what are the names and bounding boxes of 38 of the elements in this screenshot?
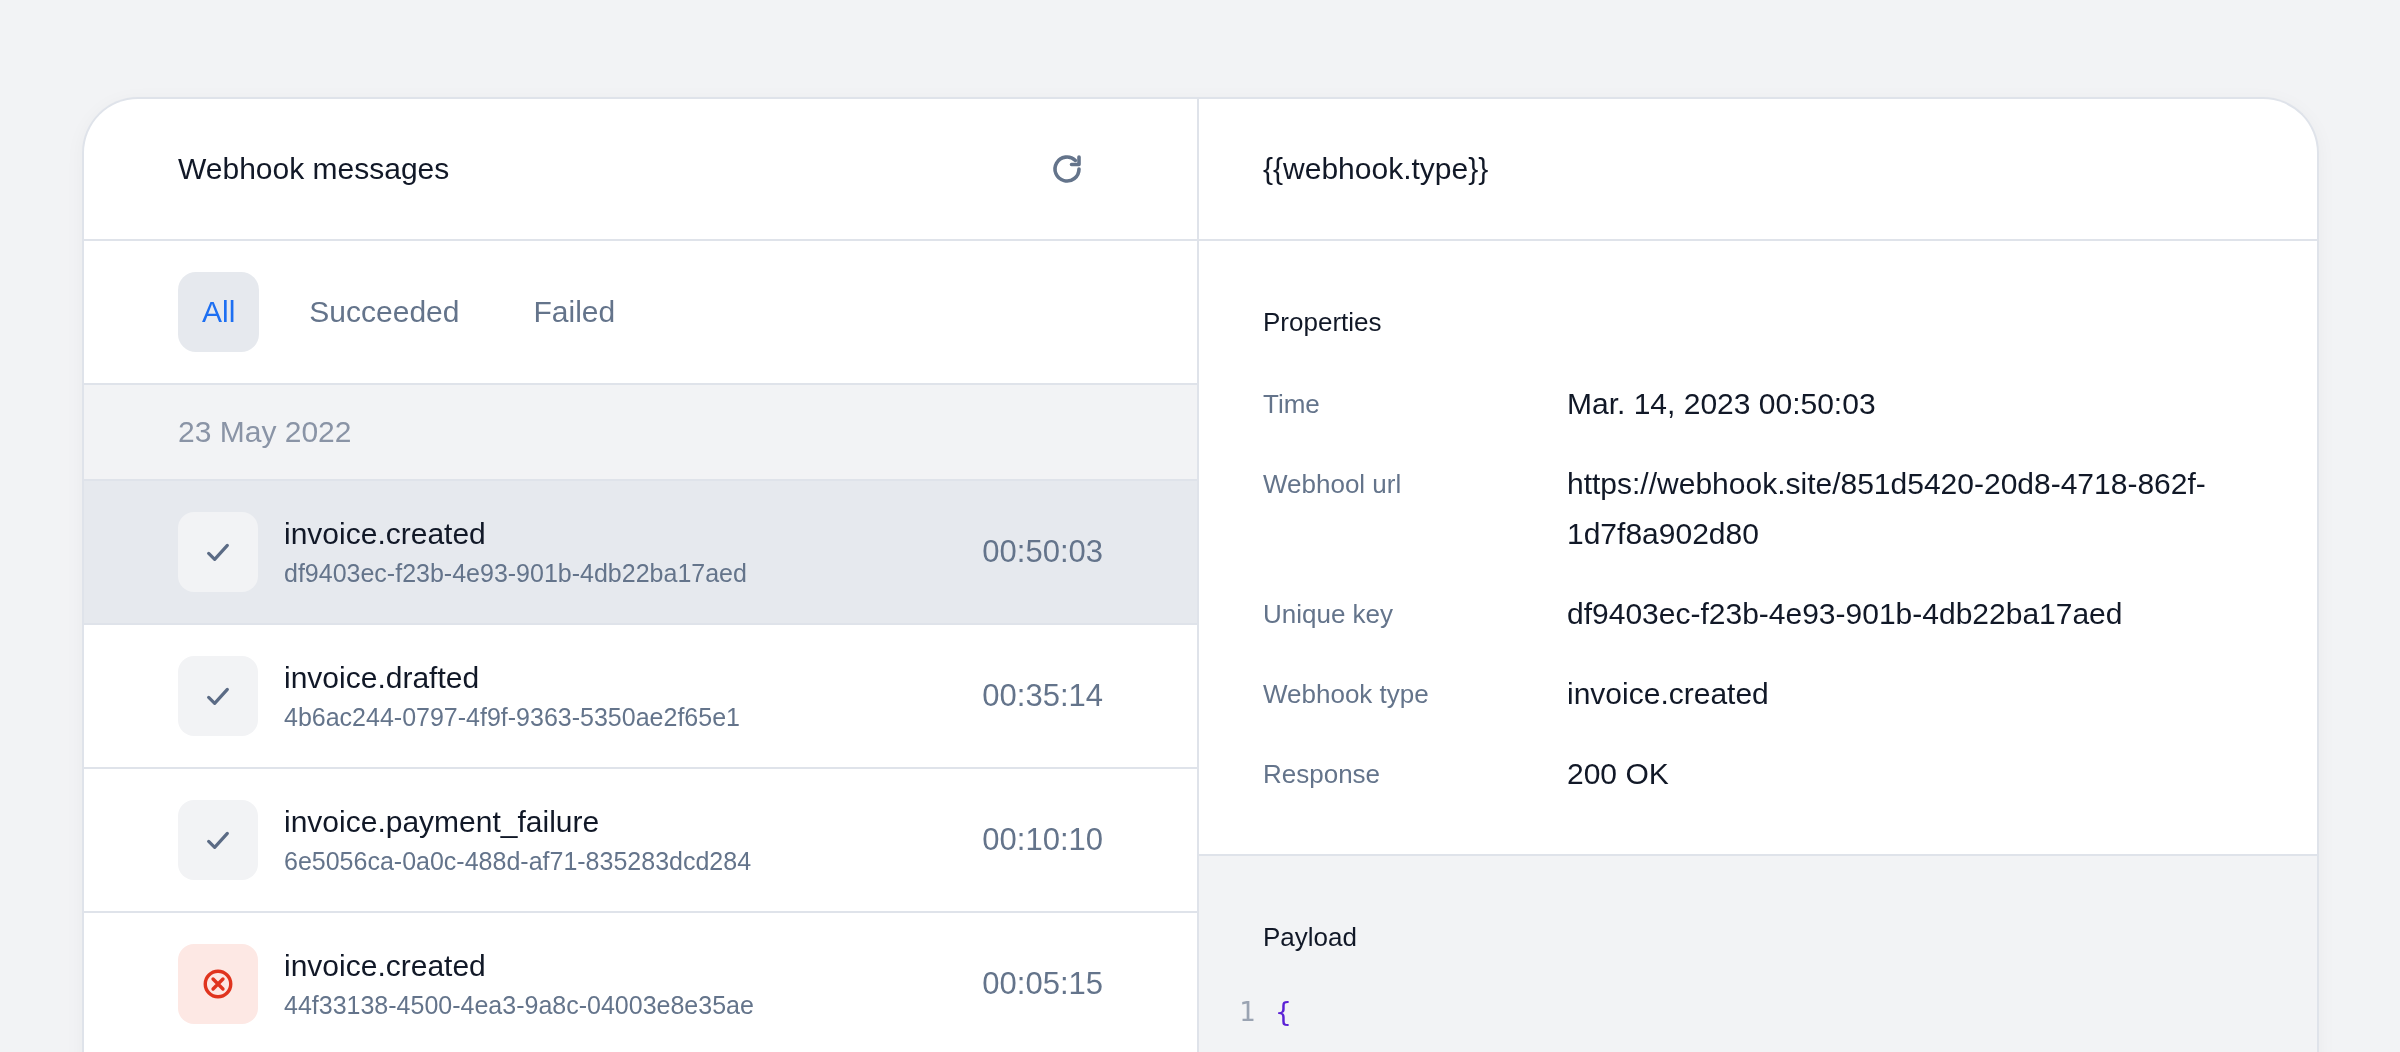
- event-name: invoice.created: [284, 948, 487, 983]
- message-id: 44f33138-4500-4ea3-9a8c-04003e8e35ae: [284, 990, 755, 1020]
- property-value: Mar. 14, 2023 00:50:03: [1567, 386, 1877, 422]
- message-time: 00:35:14: [982, 678, 1103, 714]
- property-label: Unique key: [1263, 598, 1395, 631]
- event-name: invoice.payment_failure: [284, 804, 601, 839]
- property-value: invoice.created: [1567, 676, 1770, 712]
- message-id: 4b6ac244-0797-4f9f-9363-5350ae2f65e1: [284, 702, 741, 732]
- checkmark-icon: [178, 656, 258, 736]
- line-number: 1: [1239, 995, 1256, 1029]
- property-label: Webhool url: [1263, 468, 1403, 501]
- property-label: Webhook type: [1263, 678, 1430, 711]
- message-time: 00:50:03: [982, 534, 1103, 570]
- date-group-header: 23 May 2022: [84, 385, 1197, 481]
- filter-tab[interactable]: All: [178, 272, 260, 352]
- message-id: df9403ec-f23b-4e93-901b-4db22ba17aed: [284, 558, 748, 588]
- event-name: invoice.drafted: [284, 660, 481, 695]
- property-label: Time: [1263, 388, 1321, 421]
- section-heading: Properties: [1263, 307, 1383, 338]
- event-name: invoice.created: [284, 516, 487, 551]
- property-value: 200 OK: [1567, 756, 1670, 792]
- message-id: 6e5056ca-0a0c-488d-af71-835283dcd284: [284, 846, 753, 876]
- property-value: https://webhook.site/851d5420-20d8-4718-862f-1d7f8a902d80: [1567, 466, 2207, 552]
- filter-tab[interactable]: Failed: [509, 272, 640, 352]
- detail-title: {{webhook.type}}: [1263, 152, 1489, 186]
- message-row[interactable]: invoice.drafted 4b6ac244-0797-4f9f-9363-5350ae2f65e1 00:35:14: [84, 625, 1197, 769]
- checkmark-icon: [178, 512, 258, 592]
- message-time: 00:10:10: [982, 822, 1103, 858]
- property-value: df9403ec-f23b-4e93-901b-4db22ba17aed: [1567, 596, 2124, 632]
- property-label: Response: [1263, 758, 1382, 791]
- message-row[interactable]: invoice.created df9403ec-f23b-4e93-901b-4db22ba17aed 00:50:03: [84, 481, 1197, 625]
- section-heading: Payload: [1262, 922, 1358, 953]
- checkmark-icon: [178, 800, 258, 880]
- panel-title: Webhook messages: [178, 152, 450, 186]
- code-line: {: [1275, 995, 1292, 1029]
- filter-tab[interactable]: Succeeded: [285, 272, 484, 352]
- message-row[interactable]: invoice.payment_failure 6e5056ca-0a0c-488d-af71-835283dcd284 00:10:10: [84, 769, 1197, 913]
- message-time: 00:05:15: [982, 966, 1103, 1002]
